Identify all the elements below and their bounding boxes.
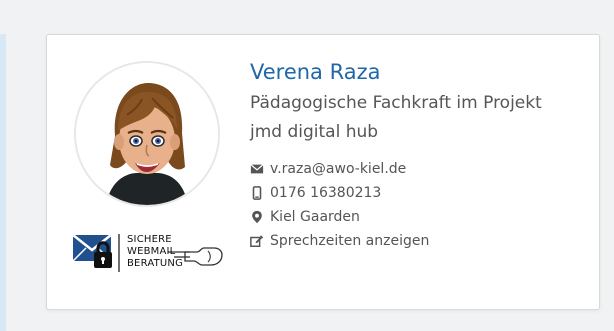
webmail-label-line2: WEBMAIL bbox=[127, 246, 176, 257]
office-hours-row[interactable]: Sprechzeiten anzeigen bbox=[250, 229, 590, 253]
mobile-phone-icon bbox=[252, 186, 262, 200]
contact-list: v.raza@awo-kiel.de 0176 16380213 Kiel Ga… bbox=[250, 157, 590, 253]
secure-webmail-badge[interactable]: SICHERE WEBMAIL BERATUNG bbox=[71, 230, 241, 280]
webmail-label: SICHERE WEBMAIL BERATUNG bbox=[127, 234, 197, 270]
avatar-bitmoji-icon bbox=[76, 63, 218, 205]
envelope-icon bbox=[250, 164, 264, 174]
map-pin-icon bbox=[252, 210, 262, 224]
email-text[interactable]: v.raza@awo-kiel.de bbox=[270, 161, 406, 177]
contact-card: SICHERE WEBMAIL BERATUNG Verena Raza Päd… bbox=[46, 34, 600, 310]
avatar bbox=[74, 61, 220, 207]
edit-icon bbox=[250, 235, 264, 247]
location-text: Kiel Gaarden bbox=[270, 209, 360, 225]
profile-info: Verena Raza Pädagogische Fachkraft im Pr… bbox=[250, 57, 590, 253]
office-hours-link[interactable]: Sprechzeiten anzeigen bbox=[270, 233, 429, 249]
left-accent-bar bbox=[0, 34, 6, 331]
profile-name: Verena Raza bbox=[250, 60, 381, 84]
phone-text[interactable]: 0176 16380213 bbox=[270, 185, 381, 201]
location-row: Kiel Gaarden bbox=[250, 205, 590, 229]
profile-role-line2: jmd digital hub bbox=[250, 122, 379, 142]
profile-role-line1: Pädagogische Fachkraft im Projekt bbox=[250, 93, 542, 113]
webmail-label-line3: BERATUNG bbox=[127, 258, 184, 269]
phone-row[interactable]: 0176 16380213 bbox=[250, 181, 590, 205]
webmail-label-line1: SICHERE bbox=[127, 234, 172, 245]
profile-role: Pädagogische Fachkraft im Projekt jmd di… bbox=[250, 89, 590, 147]
email-row[interactable]: v.raza@awo-kiel.de bbox=[250, 157, 590, 181]
